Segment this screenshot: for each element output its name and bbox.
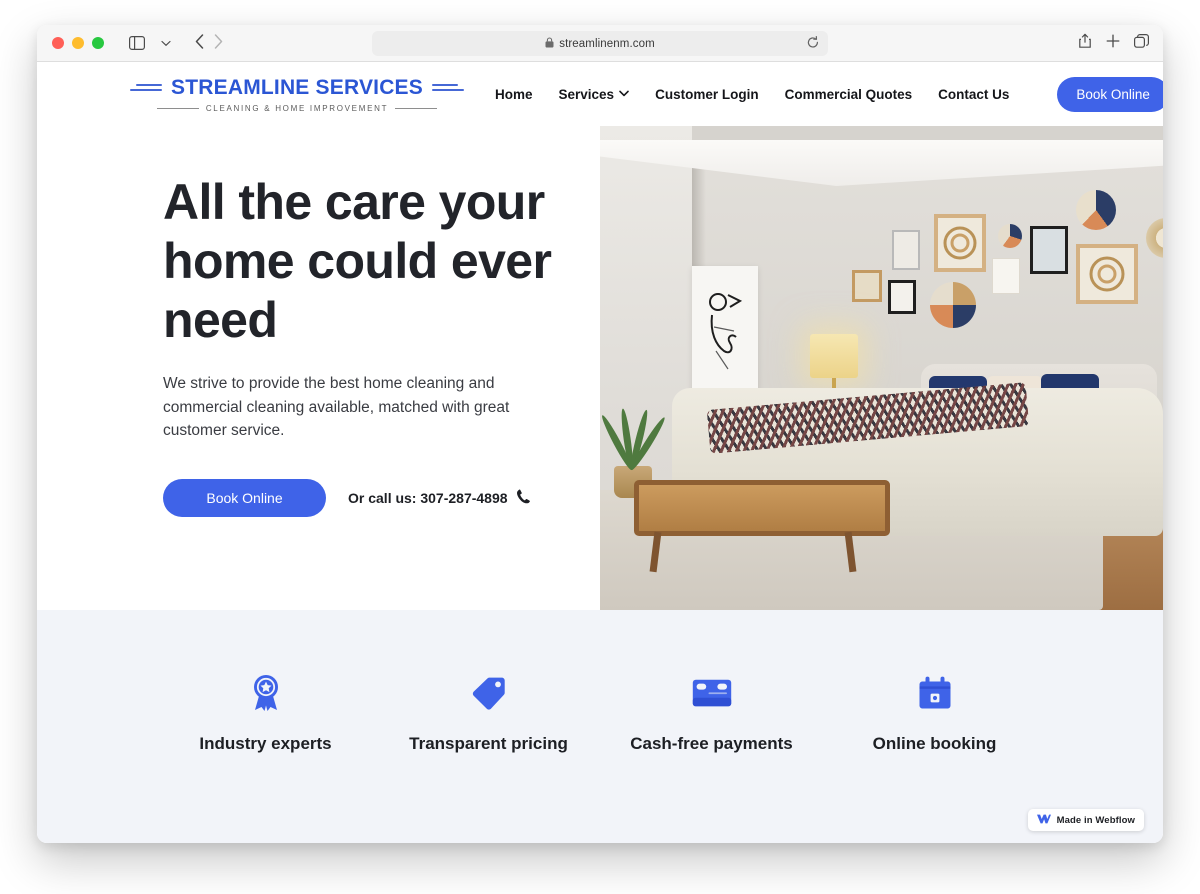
nav-label: Contact Us [938,86,1010,102]
hero-section: All the care your home could ever need W… [37,126,1163,610]
window-controls [52,37,104,49]
feature-label: Industry experts [199,734,332,753]
nav-label: Services [558,86,615,102]
award-ribbon-icon [154,672,377,714]
bench-seat [634,480,890,536]
sidebar-chevron-down-icon[interactable] [153,31,179,55]
nav-label: Customer Login [655,86,759,102]
feature-label: Transparent pricing [409,734,568,753]
feature-industry-experts: Industry experts [154,672,377,754]
chevron-down-icon [619,89,629,99]
features-section: Industry experts Transparent pricing Cas… [37,610,1163,843]
sidebar-controls [124,31,179,55]
woven-motif-icon [943,226,977,260]
phone-text: Or call us: 307-287-4898 [348,489,508,506]
decorative-plate [930,282,976,328]
feature-label: Cash-free payments [630,734,793,753]
browser-window: streamlinenm.com STREAMLINE SERVICES CLE… [37,25,1163,843]
webflow-logo-icon [1036,811,1051,829]
gallery-frame [992,258,1020,294]
feature-transparent-pricing: Transparent pricing [377,672,600,754]
gallery-frame [934,214,986,272]
calendar-icon [823,672,1046,714]
navigation-arrows [195,33,223,53]
made-in-webflow-badge[interactable]: Made in Webflow [1027,809,1144,831]
sidebar-toggle-icon[interactable] [124,31,150,55]
gallery-frame [1030,226,1068,274]
hero-image [600,126,1163,610]
nav-item-services[interactable]: Services [559,87,630,102]
wall-art-line-drawing [692,266,758,394]
phone-icon [516,489,530,507]
nav-item-commercial-quotes[interactable]: Commercial Quotes [785,87,913,102]
line-drawing-icon [709,293,743,370]
page-title: All the care your home could ever need [163,174,552,348]
feature-online-booking: Online booking [823,672,1046,754]
gallery-wall [852,184,1163,369]
website-viewport: STREAMLINE SERVICES CLEANING & HOME IMPR… [37,62,1163,843]
logo-decor-lines-right-icon [431,84,464,91]
webflow-badge-label: Made in Webflow [1056,814,1135,826]
logo-title-row: STREAMLINE SERVICES [130,76,464,100]
phone-callout[interactable]: Or call us: 307-287-4898 [348,489,530,507]
lock-icon [545,37,554,50]
logo-subtitle: CLEANING & HOME IMPROVEMENT [205,103,389,113]
decorative-plate [1076,190,1116,230]
gallery-frame [888,280,916,314]
nav-book-online-button[interactable]: Book Online [1057,76,1163,112]
logo-rule-left-icon [156,107,199,109]
nav-label: Commercial Quotes [784,86,913,102]
gallery-frame [1076,244,1138,304]
site-header: STREAMLINE SERVICES CLEANING & HOME IMPR… [37,62,1163,126]
feature-cash-free-payments: Cash-free payments [600,672,823,754]
site-logo[interactable]: STREAMLINE SERVICES CLEANING & HOME IMPR… [130,76,464,113]
bench-leg [649,531,662,573]
bench-leg [844,531,857,573]
hero-content: All the care your home could ever need W… [37,126,600,610]
close-window-button[interactable] [52,37,64,49]
hero-actions: Book Online Or call us: 307-287-4898 [163,478,600,517]
maximize-window-button[interactable] [92,37,104,49]
reload-icon[interactable] [807,35,819,52]
logo-subtitle-row: CLEANING & HOME IMPROVEMENT [156,103,438,113]
logo-decor-lines-left-icon [130,84,163,91]
hero-book-online-button[interactable]: Book Online [163,478,326,517]
credit-card-icon [600,672,823,714]
back-arrow-icon[interactable] [195,33,204,53]
gallery-frame [852,270,882,302]
url-text: streamlinenm.com [559,37,655,50]
plus-icon[interactable] [1106,34,1120,53]
price-tag-icon [377,672,600,714]
nav-item-customer-login[interactable]: Customer Login [655,87,759,102]
tabs-icon[interactable] [1134,34,1150,53]
decorative-plate [1146,218,1163,258]
browser-toolbar: streamlinenm.com [37,25,1163,62]
nav-item-contact-us[interactable]: Contact Us [938,87,1009,102]
decorative-plate [998,224,1022,248]
nav-label: Home [495,86,533,102]
logo-rule-right-icon [395,107,438,109]
hero-description: We strive to provide the best home clean… [163,375,510,440]
main-navigation: Home Services Customer Login Commercial … [495,76,1163,112]
feature-label: Online booking [872,734,997,753]
lamp-shade [810,334,858,378]
wooden-bench [634,480,890,573]
forward-arrow-icon[interactable] [214,33,223,53]
woven-motif-icon [1089,256,1125,292]
logo-title: STREAMLINE SERVICES [171,75,423,99]
toolbar-right-actions [1078,25,1150,62]
share-icon[interactable] [1078,33,1092,54]
address-bar[interactable]: streamlinenm.com [372,31,828,56]
gallery-frame [892,230,920,270]
nav-item-home[interactable]: Home [495,87,533,102]
minimize-window-button[interactable] [72,37,84,49]
